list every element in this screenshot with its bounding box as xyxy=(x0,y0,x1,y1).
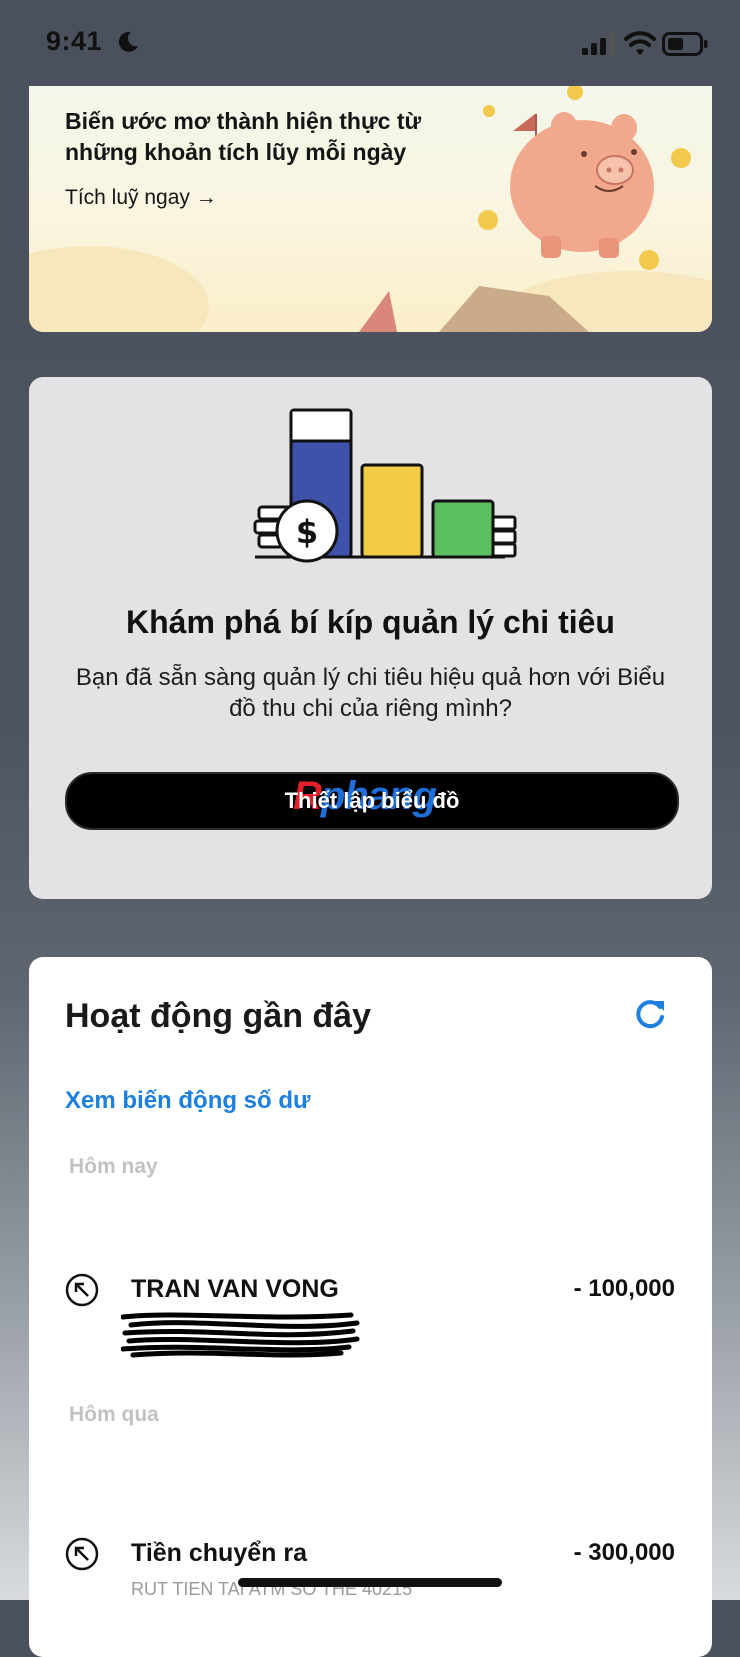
redaction-scribble xyxy=(121,1312,360,1358)
outgoing-arrow-icon xyxy=(65,1273,99,1307)
transaction-amount: - 300,000 xyxy=(573,1539,675,1566)
chart-promo-card: $ Khám phá bí kíp quản lý chi tiêu Bạn đ… xyxy=(29,377,712,899)
svg-text:$: $ xyxy=(296,513,318,551)
setup-chart-button[interactable]: Rphang Thiết lập biểu đồ xyxy=(65,772,679,830)
transaction-amount: - 100,000 xyxy=(573,1275,675,1302)
setup-chart-button-label: Thiết lập biểu đồ xyxy=(284,788,460,813)
section-label-yesterday: Hôm qua xyxy=(69,1403,159,1426)
wifi-icon xyxy=(624,31,656,55)
signal-icon xyxy=(582,33,615,55)
recent-activity-card: Hoạt động gần đây Xem biến động số dư Hô… xyxy=(29,957,712,1657)
savings-banner[interactable]: Biến ước mơ thành hiện thực từ những kho… xyxy=(29,86,712,332)
balance-history-link[interactable]: Xem biến động số dư xyxy=(65,1087,310,1115)
transaction-row[interactable]: TRAN VAN VONG - 100,000 xyxy=(65,1273,675,1358)
promo-title: Khám phá bí kíp quản lý chi tiêu xyxy=(126,604,615,640)
bar-chart-coins-icon: $ xyxy=(253,408,517,563)
moon-icon xyxy=(118,31,138,52)
status-time: 9:41 xyxy=(46,26,103,56)
section-label-today: Hôm nay xyxy=(69,1155,158,1178)
battery-icon xyxy=(662,32,708,56)
outgoing-arrow-icon xyxy=(65,1537,99,1571)
savings-cta-link[interactable]: Tích luỹ ngay → xyxy=(65,186,217,210)
activity-title: Hoạt động gần đây xyxy=(65,997,371,1035)
transaction-name: Tiền chuyển ra xyxy=(131,1539,307,1567)
transaction-row[interactable]: Tiền chuyển ra - 300,000 RUT TIEN TAI AT… xyxy=(65,1537,675,1599)
status-bar: 9:41 xyxy=(0,0,740,86)
promo-description: Bạn đã sẵn sàng quản lý chi tiêu hiệu qu… xyxy=(75,664,666,722)
refresh-icon[interactable] xyxy=(633,997,667,1031)
home-indicator[interactable] xyxy=(238,1578,502,1587)
savings-title: Biến ước mơ thành hiện thực từ những kho… xyxy=(65,108,422,165)
transaction-name: TRAN VAN VONG xyxy=(131,1275,339,1303)
